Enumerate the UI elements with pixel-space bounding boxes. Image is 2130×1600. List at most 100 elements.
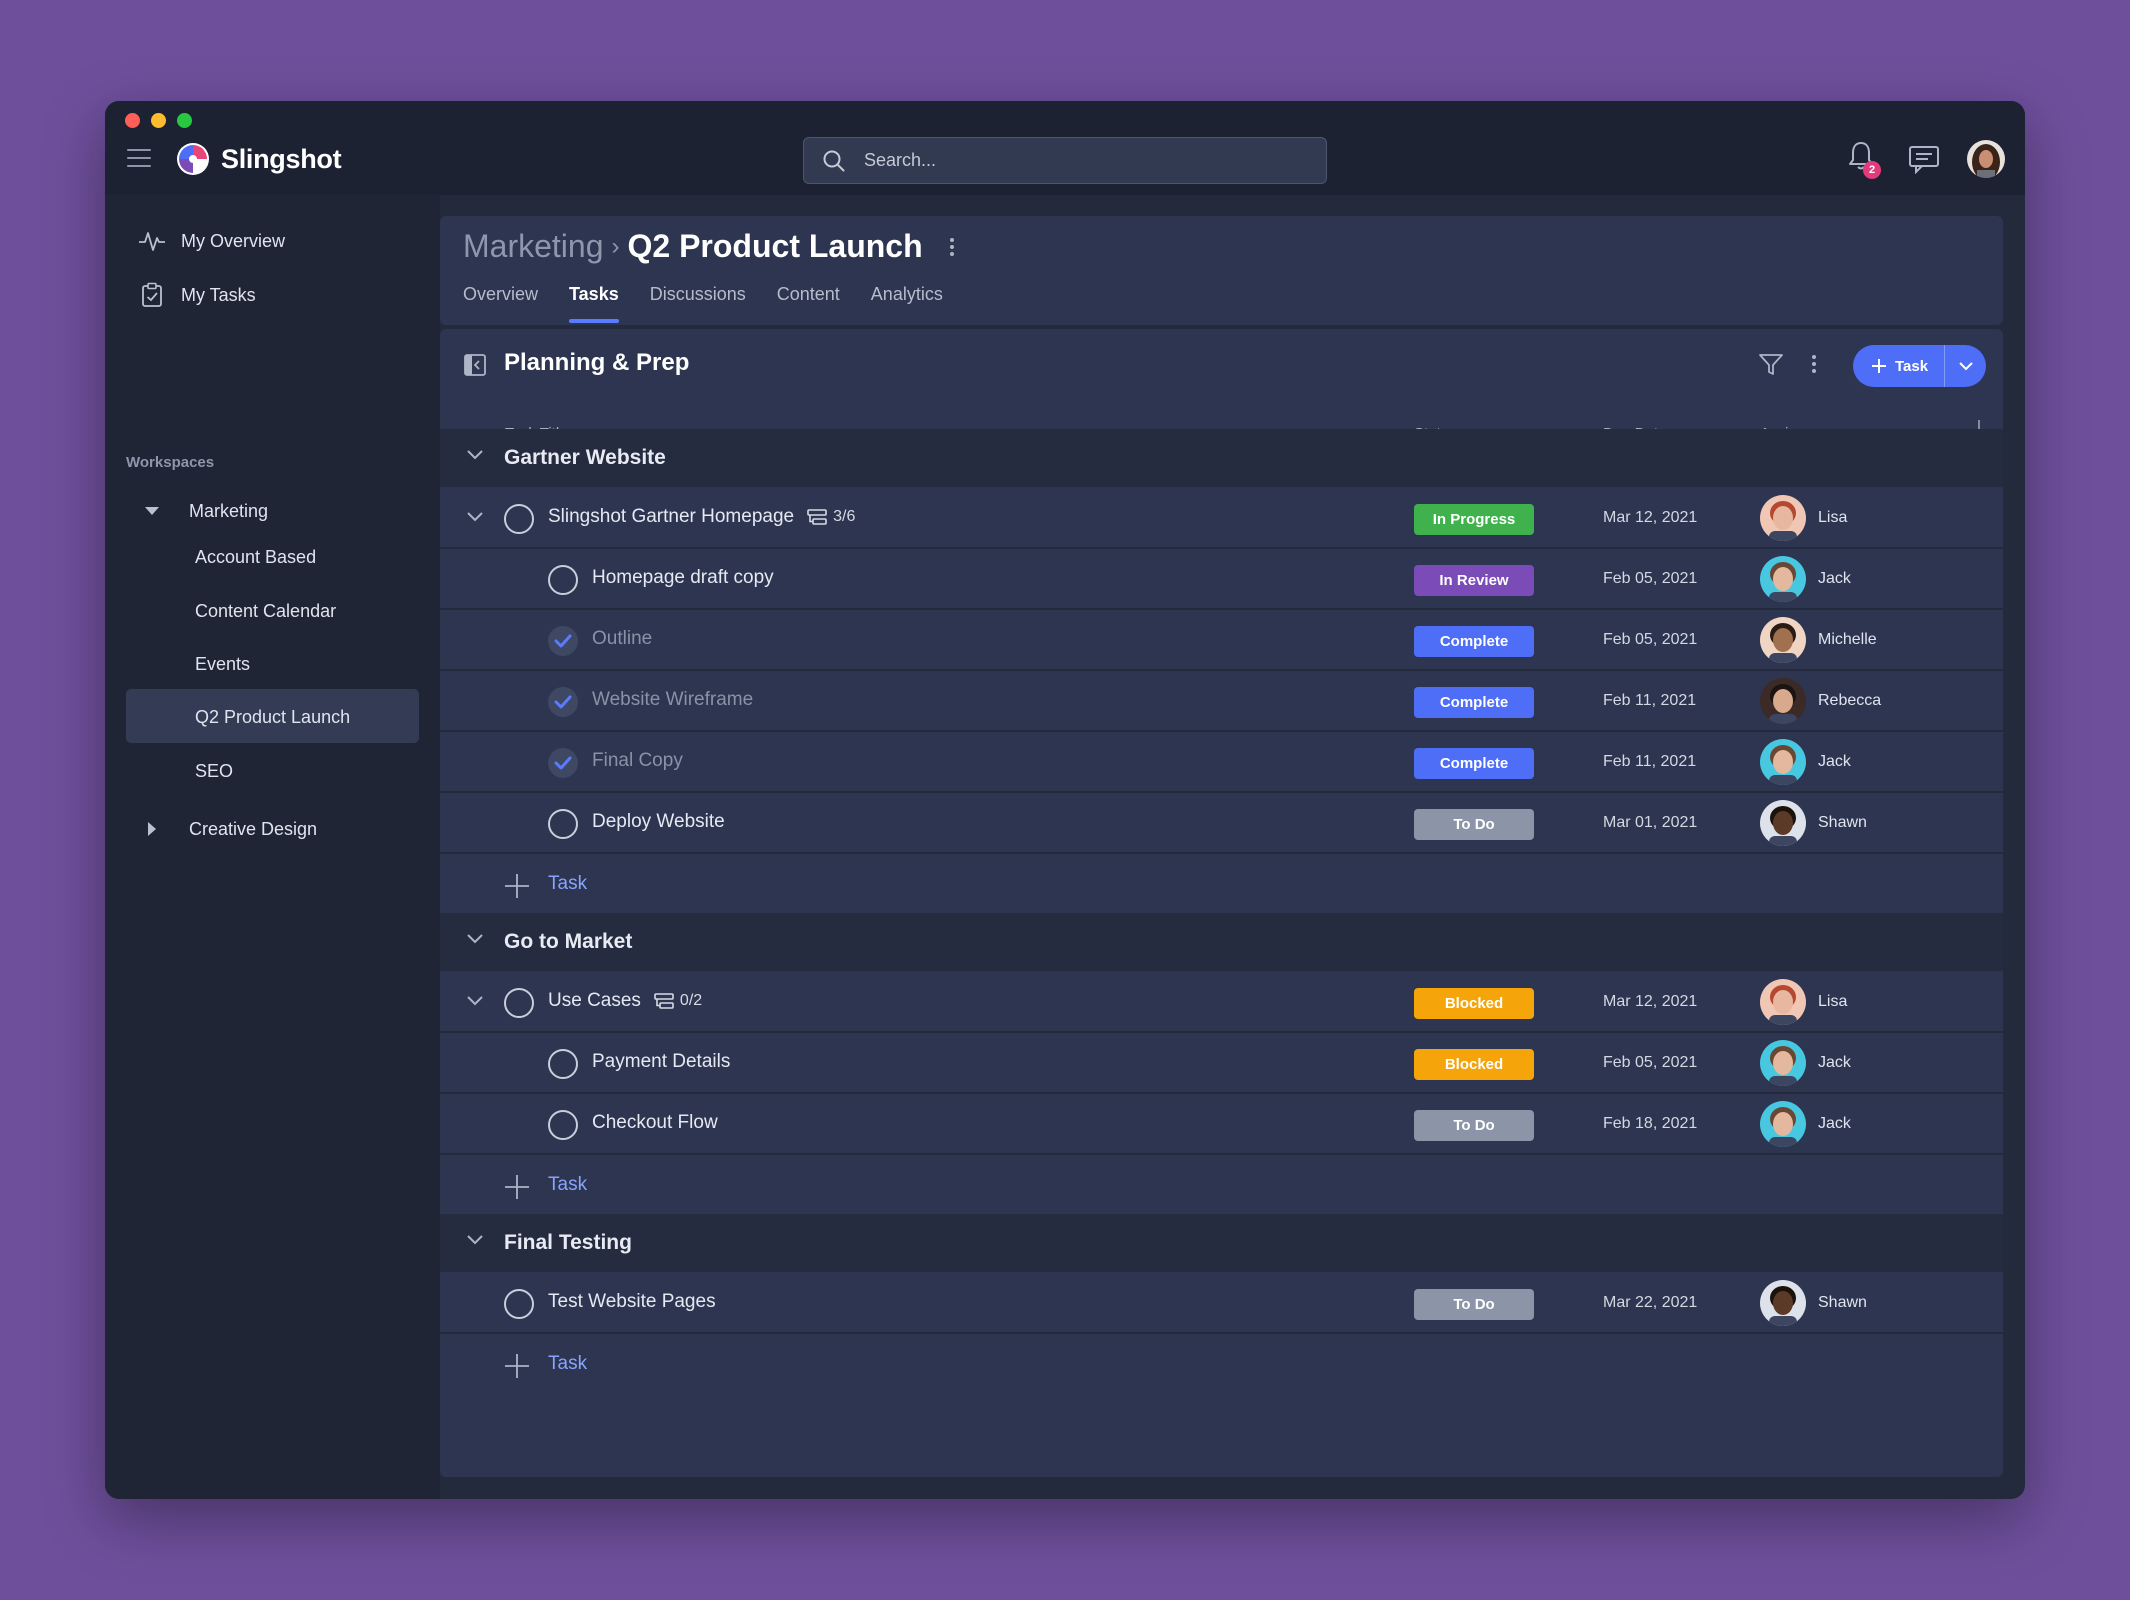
empty-circle-icon[interactable] xyxy=(548,809,578,839)
chevron-down-icon[interactable] xyxy=(466,1234,484,1246)
task-title[interactable]: Test Website Pages xyxy=(548,1291,716,1313)
task-row[interactable]: Homepage draft copy In Review Feb 05, 2021… xyxy=(440,550,2003,610)
tab-content[interactable]: Content xyxy=(777,284,840,323)
due-date[interactable]: Mar 01, 2021 xyxy=(1603,814,1697,832)
group-header-go-to-market[interactable]: Go to Market xyxy=(440,913,2003,971)
checked-circle-icon[interactable] xyxy=(548,626,578,656)
tab-tasks[interactable]: Tasks xyxy=(569,284,619,323)
assignee-cell[interactable]: Jack xyxy=(1760,556,1851,602)
empty-circle-icon[interactable] xyxy=(504,988,534,1018)
sidebar-item-my-overview[interactable]: My Overview xyxy=(137,226,285,256)
task-title[interactable]: Payment Details xyxy=(592,1051,730,1073)
add-task-label[interactable]: Task xyxy=(548,873,587,895)
due-date[interactable]: Feb 05, 2021 xyxy=(1603,570,1697,588)
group-header-final-testing[interactable]: Final Testing xyxy=(440,1214,2003,1272)
sidebar-item-my-tasks[interactable]: My Tasks xyxy=(137,280,256,310)
task-title[interactable]: Checkout Flow xyxy=(592,1112,718,1134)
checked-circle-icon[interactable] xyxy=(548,748,578,778)
assignee-cell[interactable]: Jack xyxy=(1760,1101,1851,1147)
sidebar-toggle-icon[interactable] xyxy=(464,354,486,376)
tab-overview[interactable]: Overview xyxy=(463,284,538,323)
task-row[interactable]: Test Website Pages To Do Mar 22, 2021 Shawn xyxy=(440,1274,2003,1334)
filter-icon[interactable] xyxy=(1758,353,1784,377)
assignee-cell[interactable]: Jack xyxy=(1760,739,1851,785)
notifications-button[interactable]: 2 xyxy=(1845,139,1881,179)
empty-circle-icon[interactable] xyxy=(548,565,578,595)
breadcrumb-parent[interactable]: Marketing xyxy=(463,228,604,265)
group-header-gartner-website[interactable]: Gartner Website xyxy=(440,429,2003,487)
due-date[interactable]: Feb 11, 2021 xyxy=(1603,753,1696,771)
chat-icon[interactable] xyxy=(1907,144,1941,174)
status-badge[interactable]: To Do xyxy=(1414,809,1534,840)
sidebar-item-events[interactable]: Events xyxy=(195,654,250,675)
due-date[interactable]: Mar 22, 2021 xyxy=(1603,1294,1697,1312)
assignee-cell[interactable]: Lisa xyxy=(1760,495,1847,541)
status-badge[interactable]: Complete xyxy=(1414,687,1534,718)
empty-circle-icon[interactable] xyxy=(504,504,534,534)
close-window-button[interactable] xyxy=(125,113,140,128)
task-row[interactable]: Final Copy Complete Feb 11, 2021 Jack xyxy=(440,733,2003,793)
chevron-down-icon[interactable] xyxy=(466,449,484,461)
task-title[interactable]: Final Copy xyxy=(592,750,683,772)
add-task-dropdown[interactable] xyxy=(1945,361,1986,371)
sidebar-workspace-creative-design[interactable]: Creative Design xyxy=(145,814,317,844)
due-date[interactable]: Feb 11, 2021 xyxy=(1603,692,1696,710)
tab-analytics[interactable]: Analytics xyxy=(871,284,943,323)
task-title[interactable]: Deploy Website xyxy=(592,811,725,833)
status-badge[interactable]: To Do xyxy=(1414,1110,1534,1141)
add-task-label[interactable]: Task xyxy=(548,1174,587,1196)
task-title[interactable]: Homepage draft copy xyxy=(592,567,774,589)
empty-circle-icon[interactable] xyxy=(548,1049,578,1079)
list-more-icon[interactable] xyxy=(1811,353,1817,375)
task-row[interactable]: Outline Complete Feb 05, 2021 Michelle xyxy=(440,611,2003,671)
more-options-icon[interactable] xyxy=(949,236,955,258)
status-badge[interactable]: To Do xyxy=(1414,1289,1534,1320)
due-date[interactable]: Mar 12, 2021 xyxy=(1603,993,1697,1011)
sidebar-item-q2-product-launch[interactable]: Q2 Product Launch xyxy=(195,707,350,728)
due-date[interactable]: Feb 05, 2021 xyxy=(1603,1054,1697,1072)
expand-subtasks-icon[interactable] xyxy=(466,995,484,1007)
assignee-cell[interactable]: Shawn xyxy=(1760,800,1867,846)
user-avatar[interactable] xyxy=(1967,140,2005,178)
search-box[interactable] xyxy=(803,137,1327,184)
status-badge[interactable]: Blocked xyxy=(1414,988,1534,1019)
chevron-down-icon[interactable] xyxy=(466,933,484,945)
checked-circle-icon[interactable] xyxy=(548,687,578,717)
assignee-cell[interactable]: Rebecca xyxy=(1760,678,1881,724)
due-date[interactable]: Feb 05, 2021 xyxy=(1603,631,1697,649)
add-task-row[interactable]: Task xyxy=(440,1335,2003,1393)
task-title[interactable]: Use Cases xyxy=(548,990,641,1012)
task-row[interactable]: Website Wireframe Complete Feb 11, 2021 Reb… xyxy=(440,672,2003,732)
empty-circle-icon[interactable] xyxy=(504,1289,534,1319)
status-badge[interactable]: Blocked xyxy=(1414,1049,1534,1080)
status-badge[interactable]: Complete xyxy=(1414,626,1534,657)
due-date[interactable]: Mar 12, 2021 xyxy=(1603,509,1697,527)
expand-subtasks-icon[interactable] xyxy=(466,511,484,523)
empty-circle-icon[interactable] xyxy=(548,1110,578,1140)
sidebar-item-seo[interactable]: SEO xyxy=(195,761,233,782)
add-task-row[interactable]: Task xyxy=(440,855,2003,913)
tab-discussions[interactable]: Discussions xyxy=(650,284,746,323)
task-row[interactable]: Slingshot Gartner Homepage 3/6 In Progress… xyxy=(440,489,2003,549)
minimize-window-button[interactable] xyxy=(151,113,166,128)
due-date[interactable]: Feb 18, 2021 xyxy=(1603,1115,1697,1133)
assignee-cell[interactable]: Jack xyxy=(1760,1040,1851,1086)
task-title[interactable]: Slingshot Gartner Homepage xyxy=(548,506,794,528)
status-badge[interactable]: In Progress xyxy=(1414,504,1534,535)
search-input[interactable] xyxy=(864,150,1284,171)
sidebar-item-account-based[interactable]: Account Based xyxy=(195,547,316,568)
task-title[interactable]: Outline xyxy=(592,628,652,650)
task-row[interactable]: Payment Details Blocked Feb 05, 2021 Jack xyxy=(440,1034,2003,1094)
status-badge[interactable]: Complete xyxy=(1414,748,1534,779)
task-row[interactable]: Deploy Website To Do Mar 01, 2021 Shawn xyxy=(440,794,2003,854)
add-task-main[interactable]: Task xyxy=(1853,345,1945,387)
task-title[interactable]: Website Wireframe xyxy=(592,689,753,711)
task-row[interactable]: Use Cases 0/2 Blocked Mar 12, 2021 Lisa xyxy=(440,973,2003,1033)
assignee-cell[interactable]: Shawn xyxy=(1760,1280,1867,1326)
status-badge[interactable]: In Review xyxy=(1414,565,1534,596)
hamburger-menu-icon[interactable] xyxy=(127,149,151,169)
assignee-cell[interactable]: Lisa xyxy=(1760,979,1847,1025)
add-task-button[interactable]: Task xyxy=(1853,345,1986,387)
add-task-label[interactable]: Task xyxy=(548,1353,587,1375)
task-row[interactable]: Checkout Flow To Do Feb 18, 2021 Jack xyxy=(440,1095,2003,1155)
